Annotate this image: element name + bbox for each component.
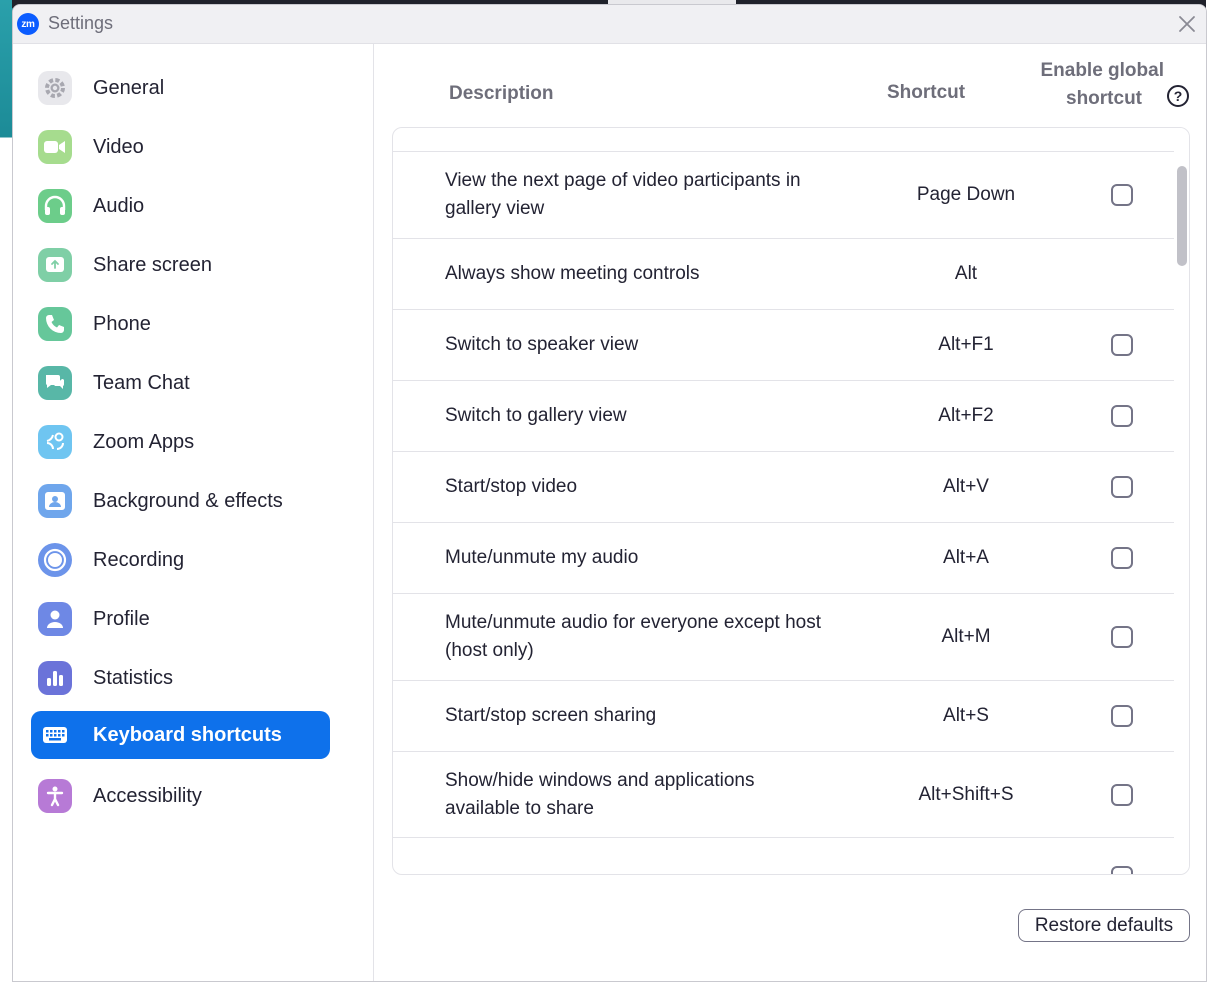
global-shortcut-checkbox[interactable] (1111, 705, 1133, 727)
table-row-partial-top (393, 128, 1176, 152)
table-row: Switch to gallery view Alt+F2 (393, 381, 1176, 452)
table-row: Mute/unmute my audio Alt+A (393, 523, 1176, 594)
shortcut-description: Start/stop screen sharing (445, 705, 657, 726)
sidebar-item-label: Team Chat (93, 371, 190, 394)
gear-icon (38, 71, 72, 105)
global-shortcut-checkbox[interactable] (1111, 405, 1133, 427)
sidebar-item-general[interactable]: General (31, 64, 330, 112)
table-row-partial-bottom (393, 838, 1176, 874)
global-shortcut-checkbox[interactable] (1111, 547, 1133, 569)
sidebar-item-audio[interactable]: Audio (31, 182, 330, 230)
sidebar-item-label: Zoom Apps (93, 430, 195, 453)
sidebar-item-label: Accessibility (93, 784, 202, 807)
sidebar-item-profile[interactable]: Profile (31, 595, 330, 643)
chat-icon (38, 366, 72, 400)
shortcut-description: View the next page of video participants… (445, 170, 801, 219)
settings-window: zm Settings General Video Audio Share sc… (12, 4, 1207, 982)
restore-defaults-button[interactable]: Restore defaults (1018, 909, 1190, 942)
shortcut-keys: Alt+Shift+S (918, 783, 1014, 805)
table-row: Show/hide windows and applications avail… (393, 752, 1176, 838)
column-header-line: shortcut (1066, 88, 1142, 109)
sidebar-item-label: Share screen (93, 253, 212, 276)
statistics-icon (38, 661, 72, 695)
title-bar: zm Settings (13, 5, 1206, 44)
global-shortcut-checkbox[interactable] (1111, 334, 1133, 356)
scrollbar-thumb[interactable] (1177, 166, 1187, 266)
global-shortcut-checkbox[interactable] (1111, 476, 1133, 498)
background-icon (38, 484, 72, 518)
sidebar-item-share-screen[interactable]: Share screen (31, 241, 330, 289)
close-icon (1179, 16, 1195, 32)
scrollbar[interactable] (1174, 128, 1189, 874)
shortcut-keys: Page Down (916, 184, 1016, 205)
table-row: Start/stop screen sharing Alt+S (393, 681, 1176, 752)
zoom-logo-icon: zm (17, 13, 39, 35)
global-shortcut-checkbox[interactable] (1111, 783, 1133, 806)
headphones-icon (38, 189, 72, 223)
column-header-shortcut: Shortcut (887, 82, 966, 103)
apps-icon (38, 425, 72, 459)
shortcut-keys: Alt (954, 263, 978, 284)
record-icon (38, 543, 72, 577)
keyboard-icon (38, 718, 72, 752)
sidebar-item-label: Profile (93, 607, 150, 630)
table-row: Mute/unmute audio for everyone except ho… (393, 594, 1176, 681)
shortcut-keys: Alt+M (941, 626, 991, 647)
sidebar-item-background-effects[interactable]: Background & effects (31, 477, 330, 525)
global-shortcut-checkbox[interactable] (1111, 184, 1133, 206)
sidebar-item-team-chat[interactable]: Team Chat (31, 359, 330, 407)
shortcut-keys: Alt+F2 (938, 405, 994, 426)
shortcuts-panel: Description Shortcut Enable global short… (374, 44, 1206, 981)
column-header-line: Enable global (1040, 60, 1164, 81)
cut-off-text (445, 128, 450, 136)
close-button[interactable] (1174, 11, 1200, 37)
shortcuts-table: View the next page of video participants… (392, 127, 1190, 875)
global-shortcut-checkbox[interactable] (1111, 626, 1133, 648)
sidebar-item-label: Phone (93, 312, 151, 335)
phone-icon (38, 307, 72, 341)
sidebar-item-video[interactable]: Video (31, 123, 330, 171)
shortcut-description: Switch to speaker view (445, 334, 639, 355)
shortcut-description: Mute/unmute my audio (445, 547, 639, 568)
shortcut-keys: Alt+V (943, 476, 989, 497)
shortcut-keys: Alt+S (943, 705, 989, 726)
shortcut-description: Show/hide windows and applications avail… (445, 769, 755, 819)
column-header-enable-global: Enable global shortcut (1014, 57, 1164, 113)
column-header-description: Description (449, 83, 554, 104)
sidebar-item-label: General (93, 76, 165, 99)
global-shortcut-checkbox[interactable] (1111, 866, 1133, 874)
window-title: Settings (48, 13, 114, 33)
sidebar-item-statistics[interactable]: Statistics (31, 654, 330, 702)
help-icon[interactable]: ? (1167, 85, 1189, 107)
shortcut-description: Start/stop video (445, 476, 578, 497)
sidebar-item-recording[interactable]: Recording (31, 536, 330, 584)
settings-sidebar: General Video Audio Share screen Phone T… (13, 44, 374, 981)
sidebar-item-label: Recording (93, 548, 185, 571)
sidebar-item-keyboard-shortcuts[interactable]: Keyboard shortcuts (31, 711, 330, 759)
profile-icon (38, 602, 72, 636)
sidebar-item-label: Statistics (93, 666, 174, 689)
share-screen-icon (38, 248, 72, 282)
shortcut-description: Mute/unmute audio for everyone except ho… (445, 612, 822, 661)
accessibility-icon (38, 779, 72, 813)
sidebar-item-label: Background & effects (93, 489, 283, 512)
table-row: Always show meeting controls Alt (393, 239, 1176, 310)
table-row: View the next page of video participants… (393, 152, 1176, 239)
sidebar-item-label: Audio (93, 194, 145, 217)
sidebar-item-label: Video (93, 135, 144, 158)
table-row: Switch to speaker view Alt+F1 (393, 310, 1176, 381)
desktop-background-left (0, 0, 12, 982)
table-row: Start/stop video Alt+V (393, 452, 1176, 523)
shortcut-description: Always show meeting controls (445, 263, 700, 284)
sidebar-item-accessibility[interactable]: Accessibility (31, 772, 330, 820)
video-camera-icon (38, 130, 72, 164)
sidebar-item-label: Keyboard shortcuts (93, 723, 282, 746)
shortcut-keys: Alt+F1 (938, 334, 994, 355)
sidebar-item-phone[interactable]: Phone (31, 300, 330, 348)
shortcut-description: Switch to gallery view (445, 405, 627, 426)
shortcut-keys: Alt+A (943, 547, 989, 568)
sidebar-item-zoom-apps[interactable]: Zoom Apps (31, 418, 330, 466)
